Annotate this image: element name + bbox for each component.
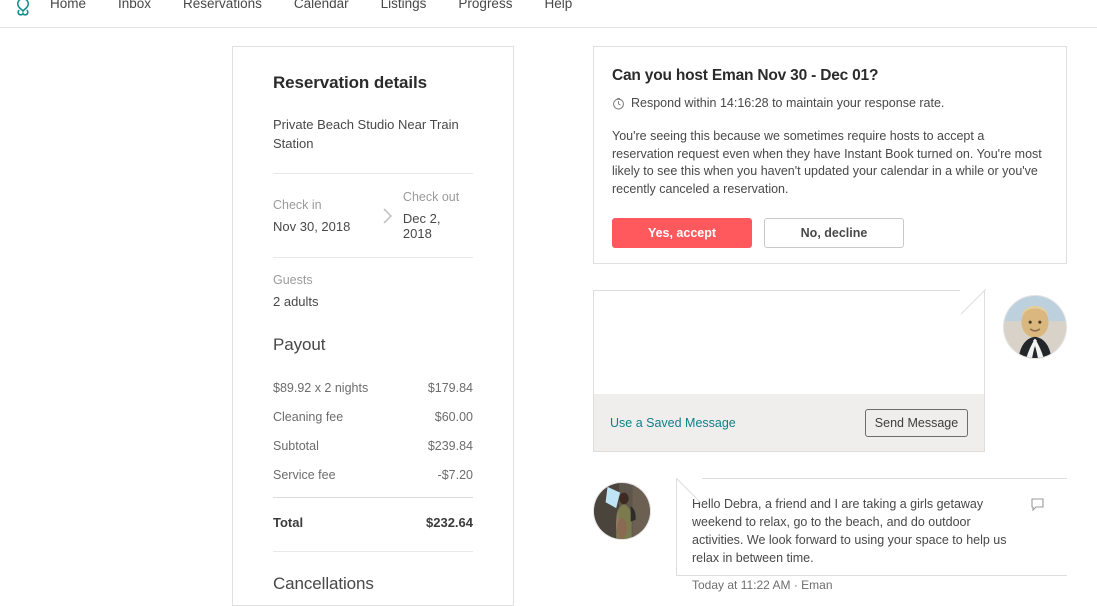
guest-avatar-photo [594, 483, 650, 539]
payout-total-row: Total $232.64 [273, 515, 473, 530]
page-title: Reservation details [273, 73, 427, 92]
compose-footer: Use a Saved Message Send Message [593, 394, 985, 452]
payout-row: Subtotal $239.84 [273, 439, 473, 453]
accept-button[interactable]: Yes, accept [612, 218, 752, 248]
payout-row-amount: $179.84 [427, 381, 473, 395]
check-in-label: Check in [273, 197, 322, 212]
guest-message-meta: Today at 11:22 AM · Eman [692, 578, 833, 592]
guests-value: 2 adults [273, 294, 319, 309]
check-out-label: Check out [402, 190, 460, 204]
payout-row: Cleaning fee $60.00 [273, 410, 473, 424]
guests-label: Guests [273, 273, 313, 287]
guest-message-text: Hello Debra, a friend and I are taking a… [692, 497, 1007, 565]
message-input[interactable] [593, 290, 985, 394]
payout-row-amount: -$7.20 [437, 468, 473, 482]
request-title: Can you host Eman Nov 30 - Dec 01? [612, 67, 879, 84]
request-actions: Yes, accept No, decline [612, 218, 1048, 248]
payout-title: Payout [273, 335, 326, 354]
bubble-tail-icon [960, 289, 986, 315]
host-avatar-photo [1004, 296, 1066, 358]
divider [273, 497, 473, 498]
check-in-block: Check in Nov 30, 2018 [273, 198, 377, 234]
check-out-block: Check out Dec 2, 2018 [403, 190, 473, 241]
payout-row-label: Subtotal [273, 439, 319, 453]
clock-icon [612, 97, 625, 110]
host-request-card: Can you host Eman Nov 30 - Dec 01? Respo… [593, 46, 1067, 264]
guest-message-bubble: Hello Debra, a friend and I are taking a… [676, 478, 1067, 592]
nav-item-progress[interactable]: Progress [458, 0, 512, 18]
guest-avatar[interactable] [593, 482, 651, 540]
payout-row: Service fee -$7.20 [273, 468, 473, 482]
guests-block: Guests 2 adults [273, 258, 473, 335]
nav-item-inbox[interactable]: Inbox [118, 0, 151, 18]
message-compose-area: Use a Saved Message Send Message [593, 289, 986, 453]
respond-text: Respond within 14:16:28 to maintain your… [631, 96, 945, 110]
airbnb-belo-logo[interactable] [6, 0, 40, 24]
nav-item-help[interactable]: Help [544, 0, 572, 18]
check-out-value: Dec 2, 2018 [402, 211, 441, 241]
send-message-button[interactable]: Send Message [865, 408, 968, 437]
bubble-tail-icon [676, 478, 702, 504]
nav-item-calendar[interactable]: Calendar [294, 0, 349, 18]
payout-row: $89.92 x 2 nights $179.84 [273, 381, 473, 395]
check-in-value: Nov 30, 2018 [273, 218, 351, 234]
nav-item-reservations[interactable]: Reservations [183, 0, 262, 18]
stay-dates: Check in Nov 30, 2018 Check out Dec 2, 2… [273, 174, 473, 257]
nav-item-home[interactable]: Home [50, 0, 86, 18]
nav-links: Home Inbox Reservations Calendar Listing… [50, 0, 572, 18]
payout-total-amount: $232.64 [426, 515, 473, 530]
host-avatar[interactable] [1003, 295, 1067, 359]
payout-row-amount: $60.00 [434, 410, 473, 424]
request-body-text: You're seeing this because we sometimes … [612, 129, 1042, 196]
chevron-right-icon [377, 207, 399, 225]
top-navbar: Home Inbox Reservations Calendar Listing… [0, 0, 1097, 28]
decline-button[interactable]: No, decline [764, 218, 904, 248]
use-saved-message-link[interactable]: Use a Saved Message [610, 416, 736, 430]
nav-item-listings[interactable]: Listings [381, 0, 427, 18]
payout-row-label: $89.92 x 2 nights [273, 381, 369, 395]
listing-name[interactable]: Private Beach Studio Near Train Station [273, 115, 473, 153]
flag-icon[interactable] [1031, 498, 1045, 518]
respond-deadline: Respond within 14:16:28 to maintain your… [612, 96, 1048, 110]
reservation-details-card: Reservation details Private Beach Studio… [232, 46, 514, 606]
payout-row-amount: $239.84 [427, 439, 473, 453]
payout-total-label: Total [273, 515, 304, 530]
payout-row-label: Service fee [273, 468, 336, 482]
payout-row-label: Cleaning fee [273, 410, 344, 424]
cancellations-title: Cancellations [273, 574, 374, 593]
